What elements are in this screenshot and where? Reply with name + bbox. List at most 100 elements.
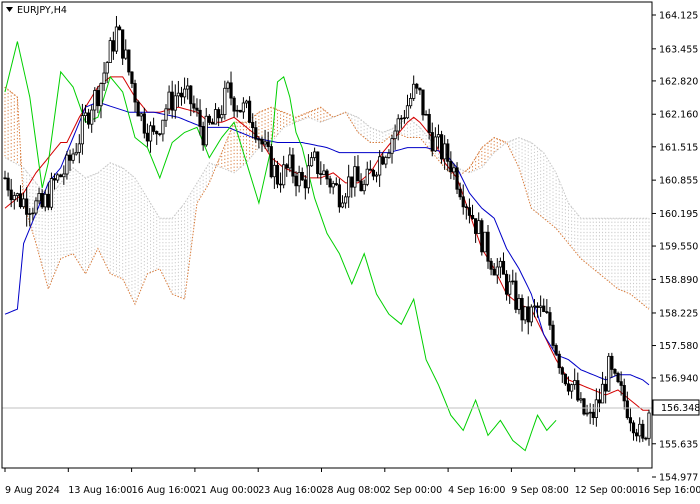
- candle-body-bear: [334, 183, 338, 186]
- candle-body-bear: [545, 311, 549, 313]
- y-tick-label: 162.160: [659, 110, 698, 121]
- x-tick-label: 16 Aug 16:00: [132, 485, 196, 496]
- y-tick-label: 158.225: [659, 308, 698, 319]
- candle-body-bull: [347, 176, 351, 198]
- candle-body-bear: [535, 305, 540, 308]
- candle-body-bear: [170, 91, 174, 111]
- candle-body-bear: [9, 189, 13, 201]
- candle-body-bear: [18, 193, 23, 208]
- price-chart[interactable]: 164.125 163.455 162.820 162.160 161.515 160.8…: [0, 0, 700, 500]
- candle-body-bull: [102, 72, 106, 84]
- candle-body-bull: [71, 153, 75, 161]
- candle-body-bear: [430, 132, 434, 152]
- candle-body-bull: [365, 168, 369, 185]
- candle-body-bull: [384, 157, 388, 165]
- candle-body-bear: [195, 107, 199, 111]
- candle-body-bull: [594, 399, 598, 418]
- candle-body-bull: [322, 170, 326, 175]
- candle-body-bear: [489, 260, 493, 270]
- candle-body-bull: [396, 118, 400, 132]
- candle-body-bear: [278, 183, 283, 186]
- candle-body-bear: [610, 355, 614, 370]
- candle-body-bear: [266, 141, 270, 147]
- candle-body-bull: [297, 171, 301, 187]
- candle-body-bull: [186, 85, 190, 90]
- candle-body-bull: [164, 108, 168, 121]
- candle-body-bull: [272, 164, 276, 178]
- candle-body-bull: [220, 114, 224, 119]
- candle-body-bull: [399, 117, 403, 120]
- candle-body-bull: [176, 92, 180, 97]
- candle-body-bear: [576, 380, 580, 401]
- candle-body-bear: [591, 411, 595, 418]
- candle-body-bear: [641, 423, 645, 439]
- candle-body-bull: [167, 91, 171, 110]
- candle-body-bear: [350, 176, 354, 188]
- candle-body-bull: [263, 141, 267, 145]
- candle-body-bear: [232, 97, 236, 112]
- candle-body-bear: [467, 207, 472, 216]
- candle-body-bear: [421, 89, 425, 116]
- y-tick-label: 160.855: [659, 176, 698, 187]
- candle-body-bull: [226, 82, 230, 89]
- candle-body-bear: [613, 369, 617, 374]
- candle-body-bear: [189, 85, 193, 105]
- candle-body-bear: [480, 220, 484, 253]
- x-tick-label: 28 Aug 08:00: [322, 485, 386, 496]
- candle-body-bear: [597, 399, 602, 404]
- symbol-timeframe-label: EURJPY,H4: [17, 5, 67, 16]
- candle-body-bull: [393, 130, 397, 140]
- candle-body-bear: [121, 29, 125, 59]
- candle-body-bear: [418, 87, 422, 91]
- candle-body-bull: [408, 98, 413, 107]
- candle-body-bull: [539, 305, 543, 308]
- candle-body-bull: [638, 423, 642, 437]
- candle-body-bear: [492, 268, 496, 276]
- candle-body-bear: [644, 437, 648, 440]
- candle-body-bear: [303, 179, 307, 189]
- candle-body-bear: [192, 103, 196, 109]
- candle-body-bear: [285, 164, 289, 169]
- candle-body-bull: [114, 26, 119, 52]
- candle-body-bull: [412, 83, 416, 99]
- candle-body-bear: [3, 177, 7, 180]
- candle-body-bull: [173, 95, 177, 111]
- candle-body-bear: [470, 214, 475, 220]
- candle-body-bull: [343, 196, 348, 204]
- x-tick-label: 4 Sep 16:00: [448, 485, 505, 496]
- candle-body-bull: [532, 305, 537, 308]
- candle-body-bear: [294, 175, 298, 187]
- x-tick-label: 2 Sep 00:00: [385, 485, 442, 496]
- candle-body-bull: [241, 102, 246, 113]
- candle-body-bear: [158, 133, 162, 135]
- candle-body-bull: [93, 90, 97, 111]
- y-tick-label: 164.125: [659, 11, 698, 22]
- candle-body-bear: [449, 160, 453, 173]
- candle-body-bull: [452, 167, 456, 173]
- candle-body-bear: [622, 385, 626, 402]
- candle-body-bear: [251, 122, 255, 129]
- candle-body-bear: [501, 260, 506, 275]
- candle-body-bull: [161, 119, 165, 135]
- candle-body-bear: [486, 231, 490, 262]
- candle-body-bear: [616, 372, 620, 383]
- candle-body-bear: [210, 122, 215, 125]
- x-tick-label: 16 Sep 16:00: [638, 485, 700, 496]
- current-price-badge: 156.348: [652, 399, 700, 416]
- candle-body-bull: [213, 109, 218, 125]
- chart-canvas[interactable]: 164.125 163.455 162.820 162.160 161.515 160.8…: [0, 0, 700, 500]
- candle-body-bear: [325, 170, 329, 180]
- x-tick-label: 9 Sep 08:00: [511, 485, 568, 496]
- candle-body-bear: [319, 173, 323, 175]
- y-tick-label: 157.580: [659, 341, 698, 352]
- candle-body-bear: [46, 193, 50, 208]
- candle-body-bull: [15, 193, 19, 196]
- candle-body-bull: [569, 384, 574, 392]
- candle-body-bull: [282, 164, 286, 186]
- candle-body-bull: [483, 231, 487, 253]
- candle-body-bear: [260, 138, 264, 145]
- candle-body-bear: [461, 196, 465, 208]
- candle-body-bear: [238, 109, 242, 113]
- candle-body-bear: [52, 178, 57, 181]
- candle-body-bear: [6, 177, 10, 191]
